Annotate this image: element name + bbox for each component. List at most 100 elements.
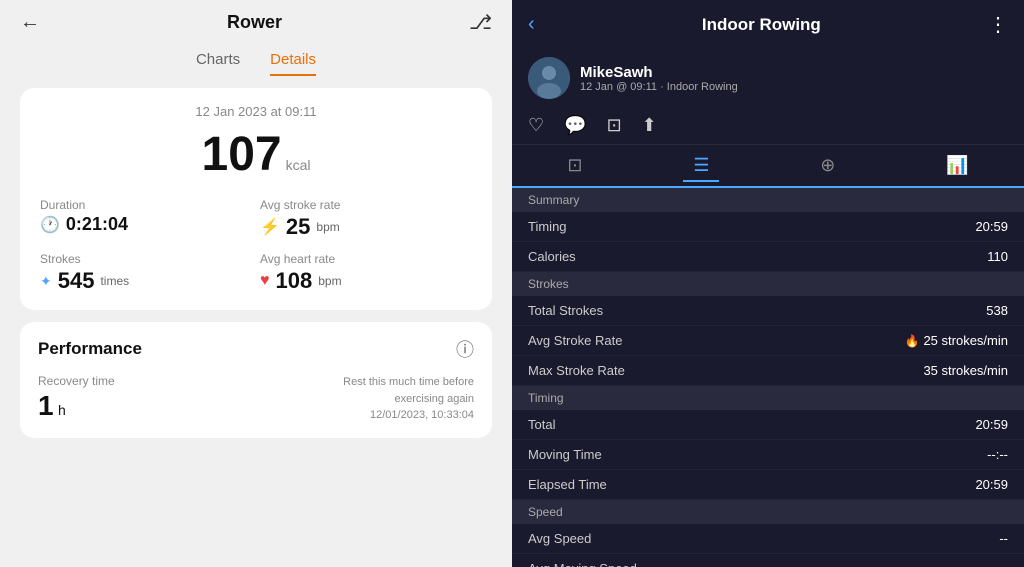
duration-value: 0:21:04	[66, 214, 128, 235]
recovery-label: Recovery time	[38, 374, 115, 388]
data-value: 110	[987, 249, 1008, 264]
user-info: MikeSawh 12 Jan @ 09:11 · Indoor Rowing	[580, 64, 738, 93]
rest-note-line1: Rest this much time before	[343, 374, 474, 391]
data-value: 35 strokes/min	[923, 363, 1008, 378]
strokes-unit: times	[100, 274, 129, 288]
recovery-section: Recovery time 1 h	[38, 374, 115, 422]
heart-icon: ♥	[260, 272, 270, 290]
stat-duration: Duration 🕐 0:21:04	[40, 198, 252, 240]
performance-card: Performance ⓘ Recovery time 1 h Rest thi…	[20, 322, 492, 438]
data-value: 20:59	[975, 219, 1008, 234]
strokes-value: 545	[58, 268, 95, 294]
table-row: Calories 110	[512, 242, 1024, 272]
avg-hr-value: 108	[276, 268, 313, 294]
tab-chart[interactable]: 📊	[936, 151, 978, 180]
data-value: --	[999, 531, 1008, 546]
share-icon[interactable]: ⬆	[642, 115, 657, 136]
left-panel: ← Rower ⎇ Charts Details 12 Jan 2023 at …	[0, 0, 512, 567]
table-row: Max Stroke Rate 35 strokes/min	[512, 356, 1024, 386]
data-label: Calories	[528, 249, 576, 264]
rest-note-date: 12/01/2023, 10:33:04	[343, 407, 474, 424]
right-tabs: ⊡ ☰ ⊕ 📊	[512, 145, 1024, 188]
stat-strokes: Strokes ✦ 545 times	[40, 252, 252, 294]
right-panel: ‹ Indoor Rowing ⋮ MikeSawh 12 Jan @ 09:1…	[512, 0, 1024, 567]
performance-header: Performance ⓘ	[38, 336, 474, 362]
stats-grid: Duration 🕐 0:21:04 Avg stroke rate ⚡ 25 …	[40, 198, 472, 294]
back-icon[interactable]: ←	[20, 11, 40, 34]
share-icon[interactable]: ⎇	[469, 10, 492, 35]
recovery-value-row: 1 h	[38, 390, 115, 422]
value-text: 20:59	[975, 417, 1008, 432]
data-value: --	[999, 561, 1008, 567]
left-header: ← Rower ⎇	[0, 0, 512, 45]
clock-icon: 🕐	[40, 215, 60, 235]
right-header: ‹ Indoor Rowing ⋮	[512, 0, 1024, 49]
stats-date: 12 Jan 2023 at 09:11	[40, 104, 472, 119]
data-label: Moving Time	[528, 447, 602, 462]
avg-stroke-value: 25	[286, 214, 310, 240]
stats-card: 12 Jan 2023 at 09:11 107 kcal Duration 🕐…	[20, 88, 492, 310]
stat-avg-stroke-rate: Avg stroke rate ⚡ 25 bpm	[260, 198, 472, 240]
comment-icon[interactable]: 💬	[564, 115, 586, 136]
stroke-icon: ⚡	[260, 217, 280, 237]
right-back-icon[interactable]: ‹	[528, 13, 535, 36]
user-name: MikeSawh	[580, 64, 738, 81]
strokes-icon: ✦	[40, 273, 52, 290]
value-text: 20:59	[975, 477, 1008, 492]
data-label: Avg Stroke Rate	[528, 333, 622, 348]
rest-note: Rest this much time before exercising ag…	[343, 374, 474, 424]
left-content: 12 Jan 2023 at 09:11 107 kcal Duration 🕐…	[0, 76, 512, 567]
value-text: --	[999, 561, 1008, 567]
user-row: MikeSawh 12 Jan @ 09:11 · Indoor Rowing	[512, 49, 1024, 109]
section-header-summary: Summary	[512, 188, 1024, 212]
data-label: Avg Speed	[528, 531, 591, 546]
table-row: Elapsed Time20:59	[512, 470, 1024, 500]
camera-icon[interactable]: ⊡	[607, 115, 622, 136]
recovery-value: 1	[38, 390, 54, 421]
right-more-icon[interactable]: ⋮	[988, 12, 1008, 37]
tab-charts[interactable]: Charts	[196, 51, 240, 76]
data-label: Total Strokes	[528, 303, 603, 318]
table-row: Avg Speed --	[512, 524, 1024, 554]
section-header-timing: Timing	[512, 386, 1024, 410]
section-header-strokes: Strokes	[512, 272, 1024, 296]
avg-stroke-value-row: ⚡ 25 bpm	[260, 214, 472, 240]
tab-details[interactable]: Details	[270, 51, 316, 76]
duration-label: Duration	[40, 198, 252, 212]
user-sub: 12 Jan @ 09:11 · Indoor Rowing	[580, 81, 738, 93]
flame-icon: 🔥	[905, 334, 920, 348]
value-text: 35 strokes/min	[923, 363, 1008, 378]
page-title: Rower	[227, 12, 282, 33]
table-row: Total 20:59	[512, 410, 1024, 440]
avg-hr-unit: bpm	[318, 274, 341, 288]
tab-overview[interactable]: ⊡	[557, 151, 592, 180]
left-tabs: Charts Details	[0, 45, 512, 76]
avg-stroke-label: Avg stroke rate	[260, 198, 472, 212]
section-header-speed: Speed	[512, 500, 1024, 524]
data-table: SummaryTiming20:59Calories110StrokesTota…	[512, 188, 1024, 567]
table-row: Timing20:59	[512, 212, 1024, 242]
calories-display: 107 kcal	[40, 127, 472, 182]
data-value: 538	[986, 303, 1008, 318]
value-text: --	[999, 531, 1008, 546]
data-label: Total	[528, 417, 555, 432]
tab-link[interactable]: ⊕	[810, 151, 845, 180]
performance-title: Performance	[38, 339, 142, 359]
data-label: Max Stroke Rate	[528, 363, 625, 378]
like-icon[interactable]: ♡	[528, 115, 544, 136]
tab-details[interactable]: ☰	[683, 151, 719, 182]
avatar	[528, 57, 570, 99]
value-text: 20:59	[975, 219, 1008, 234]
table-row: Avg Moving Speed--	[512, 554, 1024, 567]
value-text: 538	[986, 303, 1008, 318]
table-row: Total Strokes 538	[512, 296, 1024, 326]
data-value: --:--	[987, 447, 1008, 462]
calories-unit: kcal	[286, 157, 311, 173]
rest-note-line2: exercising again	[343, 391, 474, 408]
value-text: 110	[987, 249, 1008, 264]
right-title: Indoor Rowing	[702, 15, 821, 35]
performance-body: Recovery time 1 h Rest this much time be…	[38, 374, 474, 424]
calories-value: 107	[202, 127, 282, 182]
info-icon[interactable]: ⓘ	[456, 336, 474, 362]
value-text: --:--	[987, 447, 1008, 462]
